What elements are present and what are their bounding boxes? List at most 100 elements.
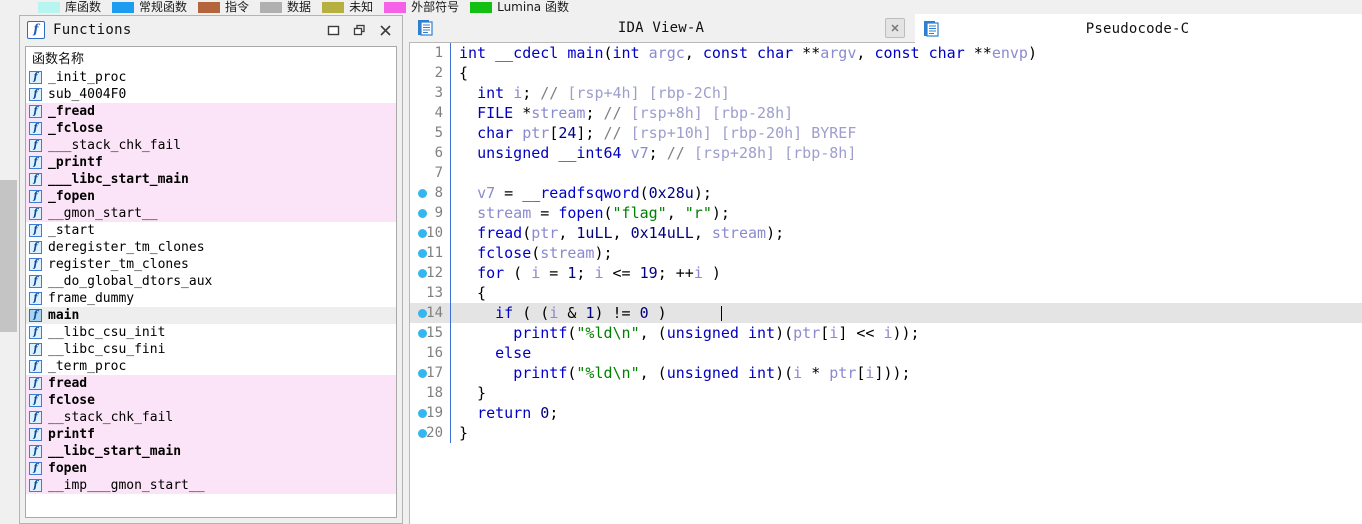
left-scrollbar-thumb[interactable] bbox=[0, 180, 17, 332]
gutter-divider bbox=[450, 323, 451, 343]
function-name-label: main bbox=[48, 307, 80, 323]
function-list-item[interactable]: f deregister_tm_clones bbox=[26, 239, 396, 256]
function-list-item[interactable]: f __libc_start_main bbox=[26, 443, 396, 460]
function-list-item[interactable]: f ___stack_chk_fail bbox=[26, 137, 396, 154]
function-icon: f bbox=[29, 428, 42, 441]
function-list-item[interactable]: f _fread bbox=[26, 103, 396, 120]
close-icon[interactable] bbox=[374, 19, 396, 41]
function-list-item[interactable]: f __imp___gmon_start__ bbox=[26, 477, 396, 494]
line-marker-icon[interactable] bbox=[418, 269, 427, 278]
tab-ida-view-a-label: IDA View-A bbox=[617, 20, 705, 36]
line-marker-icon[interactable] bbox=[418, 189, 427, 198]
code-line[interactable]: 15 printf("%ld\n", (unsigned int)(ptr[i]… bbox=[410, 323, 1362, 343]
code-line[interactable]: 20} bbox=[410, 423, 1362, 443]
line-marker-icon[interactable] bbox=[418, 209, 427, 218]
function-list-item[interactable]: f frame_dummy bbox=[26, 290, 396, 307]
code-line[interactable]: 13 { bbox=[410, 283, 1362, 303]
code-line[interactable]: 5 char ptr[24]; // [rsp+10h] [rbp-20h] B… bbox=[410, 123, 1362, 143]
tab-pseudocode-c[interactable]: Pseudocode-C bbox=[915, 14, 1362, 43]
function-icon: f bbox=[29, 292, 42, 305]
gutter-divider bbox=[450, 183, 451, 203]
function-list-item[interactable]: f ___libc_start_main bbox=[26, 171, 396, 188]
maximize-button[interactable] bbox=[322, 19, 344, 41]
tab-pseudocode-c-label: Pseudocode-C bbox=[1085, 20, 1190, 37]
line-number: 7 bbox=[434, 165, 443, 181]
line-marker-icon[interactable] bbox=[418, 329, 427, 338]
function-list-item[interactable]: f __libc_csu_fini bbox=[26, 341, 396, 358]
line-marker-icon[interactable] bbox=[418, 369, 427, 378]
line-marker-icon[interactable] bbox=[418, 229, 427, 238]
function-list-item[interactable]: f fclose bbox=[26, 392, 396, 409]
code-line[interactable]: 6 unsigned __int64 v7; // [rsp+28h] [rbp… bbox=[410, 143, 1362, 163]
function-list-item[interactable]: f _init_proc bbox=[26, 69, 396, 86]
function-list-item[interactable]: f __libc_csu_init bbox=[26, 324, 396, 341]
functions-list[interactable]: 函数名称 f _init_proc f sub_4004F0 f _fread f _fclo… bbox=[25, 46, 397, 518]
function-list-item[interactable]: f fread bbox=[26, 375, 396, 392]
line-number: 2 bbox=[434, 65, 443, 81]
legend-swatch bbox=[470, 2, 493, 13]
function-list-item[interactable]: f _term_proc bbox=[26, 358, 396, 375]
function-name-label: __do_global_dtors_aux bbox=[48, 273, 213, 289]
line-number: 5 bbox=[434, 125, 443, 141]
code-line[interactable]: 10 fread(ptr, 1uLL, 0x14uLL, stream); bbox=[410, 223, 1362, 243]
function-icon: f bbox=[29, 411, 42, 424]
line-marker-icon[interactable] bbox=[418, 409, 427, 418]
function-list-item[interactable]: f __gmon_start__ bbox=[26, 205, 396, 222]
code-line[interactable]: 9 stream = fopen("flag", "r"); bbox=[410, 203, 1362, 223]
functions-window-buttons bbox=[322, 16, 396, 44]
function-icon: f bbox=[29, 343, 42, 356]
code-line[interactable]: 18 } bbox=[410, 383, 1362, 403]
gutter-divider bbox=[450, 343, 451, 363]
function-list-item[interactable]: f fopen bbox=[26, 460, 396, 477]
line-marker-icon[interactable] bbox=[418, 249, 427, 258]
function-list-item[interactable]: f register_tm_clones bbox=[26, 256, 396, 273]
gutter-divider bbox=[450, 303, 451, 323]
gutter-divider bbox=[450, 423, 451, 443]
code-line[interactable]: 4 FILE *stream; // [rsp+8h] [rbp-28h] bbox=[410, 103, 1362, 123]
function-icon: f bbox=[29, 445, 42, 458]
line-number: 14 bbox=[426, 305, 443, 321]
code-line[interactable]: 8 v7 = __readfsqword(0x28u); bbox=[410, 183, 1362, 203]
line-marker-icon[interactable] bbox=[418, 309, 427, 318]
function-list-item[interactable]: f _printf bbox=[26, 154, 396, 171]
code-line[interactable]: 1 int __cdecl main(int argc, const char *… bbox=[410, 43, 1362, 63]
code-line[interactable]: 17 printf("%ld\n", (unsigned int)(i * pt… bbox=[410, 363, 1362, 383]
column-header-function-name[interactable]: 函数名称 bbox=[26, 47, 396, 69]
legend-swatch bbox=[260, 2, 283, 13]
code-line[interactable]: 19 return 0; bbox=[410, 403, 1362, 423]
code-line[interactable]: 2{ bbox=[410, 63, 1362, 83]
code-text: return 0; bbox=[477, 404, 559, 422]
function-list-item[interactable]: f __stack_chk_fail bbox=[26, 409, 396, 426]
float-button[interactable] bbox=[348, 19, 370, 41]
function-icon: f bbox=[29, 462, 42, 475]
function-list-item[interactable]: f __do_global_dtors_aux bbox=[26, 273, 396, 290]
function-name-label: __libc_csu_fini bbox=[48, 341, 166, 357]
function-icon: f bbox=[29, 139, 42, 152]
code-text: printf("%ld\n", (unsigned int)(i * ptr[i… bbox=[513, 364, 911, 382]
function-list-item[interactable]: f sub_4004F0 bbox=[26, 86, 396, 103]
line-number: 19 bbox=[426, 405, 443, 421]
gutter-divider bbox=[450, 143, 451, 163]
function-name-label: _fclose bbox=[48, 120, 103, 136]
line-marker-icon[interactable] bbox=[418, 429, 427, 438]
function-list-item[interactable]: f _fopen bbox=[26, 188, 396, 205]
left-scrollbar[interactable] bbox=[0, 14, 17, 524]
functions-window: f Functions 函数名称 f _init_proc f sub_4004… bbox=[19, 15, 403, 524]
code-line[interactable]: 14 if ( (i & 1) != 0 ) bbox=[410, 303, 1362, 323]
code-line[interactable]: 16 else bbox=[410, 343, 1362, 363]
function-list-item[interactable]: f _fclose bbox=[26, 120, 396, 137]
function-list-item[interactable]: f main bbox=[26, 307, 396, 324]
code-line[interactable]: 7 bbox=[410, 163, 1362, 183]
tab-close-icon[interactable] bbox=[885, 18, 905, 38]
function-list-item[interactable]: f printf bbox=[26, 426, 396, 443]
code-line[interactable]: 3 int i; // [rsp+4h] [rbp-2Ch] bbox=[410, 83, 1362, 103]
functions-window-title: Functions bbox=[53, 22, 132, 38]
code-line[interactable]: 12 for ( i = 1; i <= 19; ++i ) bbox=[410, 263, 1362, 283]
gutter-divider bbox=[450, 263, 451, 283]
function-list-item[interactable]: f _start bbox=[26, 222, 396, 239]
line-number: 20 bbox=[426, 425, 443, 441]
function-name-label: _printf bbox=[48, 154, 103, 170]
pseudocode-editor[interactable]: 1 int __cdecl main(int argc, const char *… bbox=[409, 43, 1362, 524]
code-line[interactable]: 11 fclose(stream); bbox=[410, 243, 1362, 263]
tab-ida-view-a[interactable]: IDA View-A bbox=[409, 14, 915, 43]
